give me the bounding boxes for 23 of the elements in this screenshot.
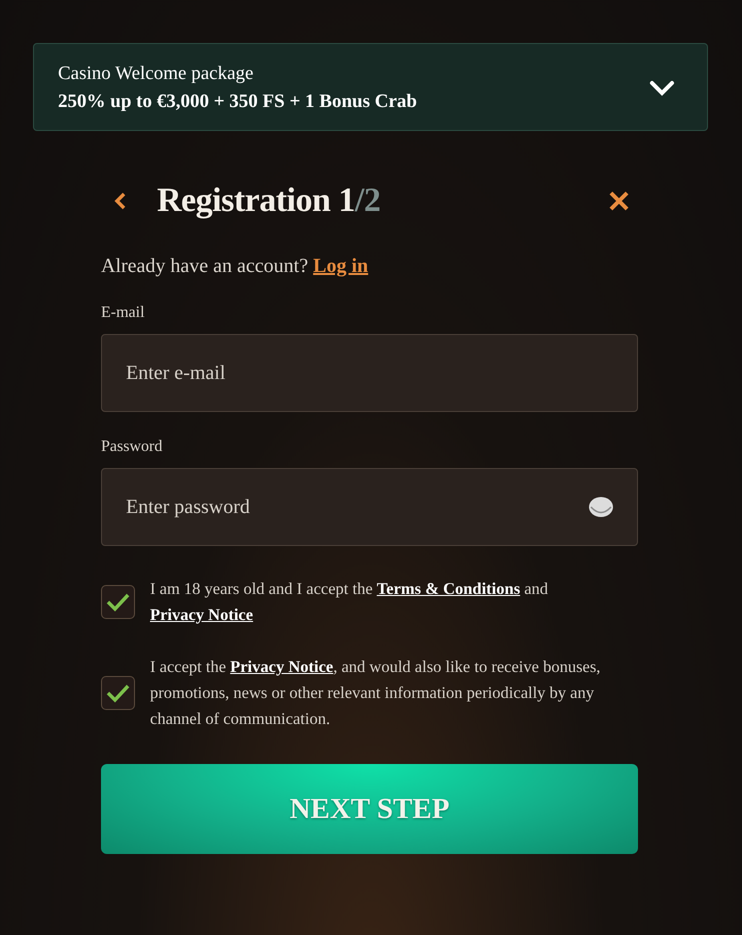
field-label: Password [101, 438, 164, 456]
checkbox[interactable] [101, 585, 135, 619]
promo-title: Casino Welcome package [58, 62, 254, 84]
email-field[interactable]: Enter e-mail [101, 334, 638, 412]
check-icon [106, 683, 130, 703]
policy-link[interactable]: Privacy Notice [150, 605, 254, 624]
policy-link[interactable]: Terms & Conditions [376, 579, 520, 598]
checkbox[interactable] [101, 676, 135, 710]
login-prompt: Already have an account? Log in [101, 255, 370, 278]
field-label: E-mail [101, 304, 146, 322]
password-field[interactable]: Enter password [101, 468, 638, 546]
close-icon[interactable] [608, 190, 630, 212]
consent-text: I accept the Privacy Notice, and would also like to receive bonuses, promotions, news or other relevant information periodically by any channel of communication. [150, 656, 602, 730]
eye-icon[interactable] [588, 496, 614, 518]
login-link[interactable]: Log in [313, 255, 368, 277]
back-icon[interactable] [113, 191, 127, 211]
policy-link[interactable]: Privacy Notice [230, 657, 334, 676]
consent-text: I am 18 years old and I accept the Terms & Conditions and Privacy Notice [150, 578, 550, 626]
promo-banner[interactable]: Casino Welcome package 250% up to €3,000 + 350 FS + 1 Bonus Crab [33, 43, 708, 131]
check-icon [106, 592, 130, 612]
registration-title: Registration 1/2 [157, 182, 382, 220]
promo-offer: 250% up to €3,000 + 350 FS + 1 Bonus Crab [58, 90, 417, 112]
chevron-icon[interactable] [649, 78, 675, 96]
